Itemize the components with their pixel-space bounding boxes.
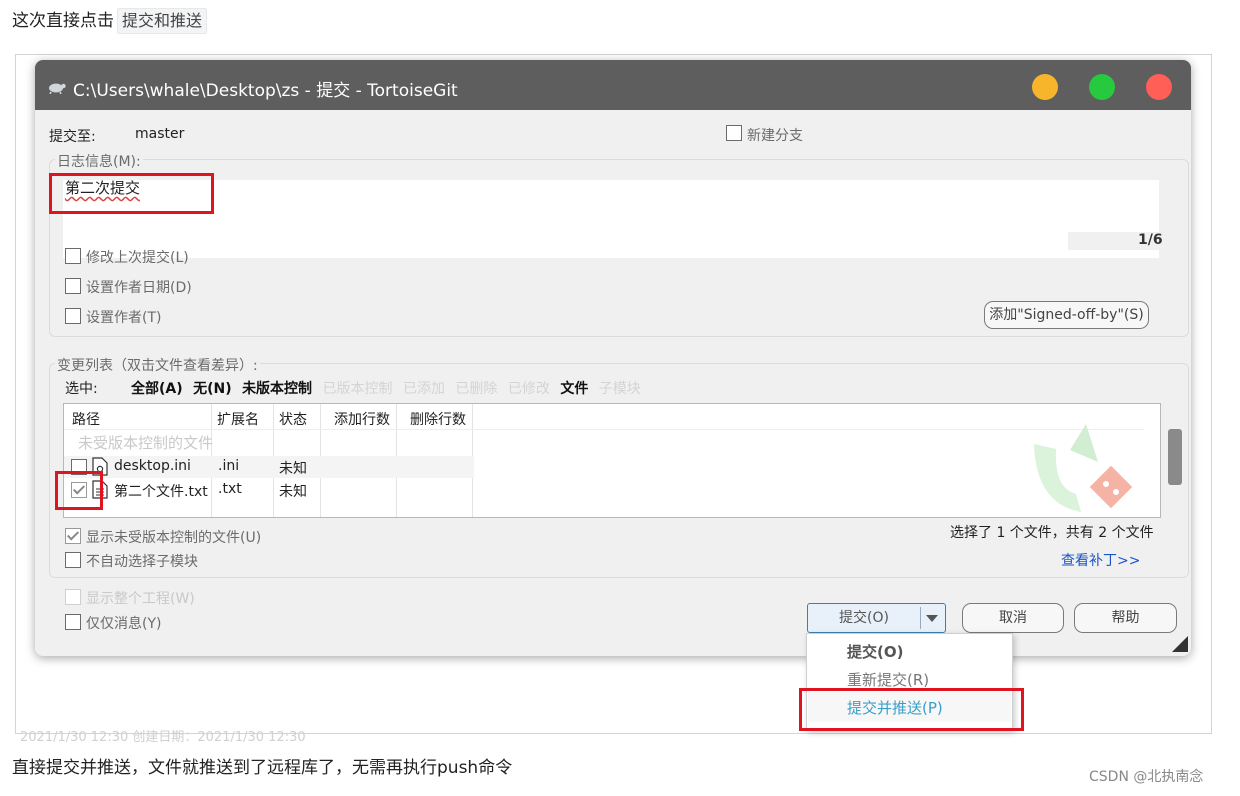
set-author-label: 设置作者(T): [86, 310, 162, 326]
view-patch-link[interactable]: 查看补丁>>: [1061, 550, 1140, 570]
column-extension[interactable]: 扩展名: [217, 409, 259, 429]
tortoise-icon: [49, 83, 66, 94]
file-status: 未知: [279, 461, 307, 477]
whole-project-label: 显示整个工程(W): [86, 591, 195, 607]
menu-item-recommit[interactable]: 重新提交(R): [847, 669, 929, 690]
author-date-checkbox[interactable]: [65, 278, 81, 294]
column-added-lines[interactable]: 添加行数: [334, 409, 390, 429]
file-list[interactable]: 路径 扩展名 状态 添加行数 删除行数 未受版本控制的文件 desktop.in…: [63, 403, 1182, 518]
title-bar[interactable]: C:\Users\whale\Desktop\zs - 提交 - Tortois…: [35, 60, 1191, 110]
whole-project-checkbox[interactable]: [65, 589, 81, 605]
select-label: 选中:: [65, 381, 98, 397]
cancel-button[interactable]: 取消: [962, 603, 1064, 633]
branch-name: master: [135, 126, 185, 142]
message-only-label: 仅仅消息(Y): [86, 616, 162, 632]
new-branch-checkbox[interactable]: [726, 125, 742, 141]
filter-deleted[interactable]: 已删除: [455, 381, 497, 397]
scrollbar-thumb[interactable]: [1168, 429, 1182, 485]
commit-to-label: 提交至:: [49, 129, 96, 145]
message-editor[interactable]: [63, 180, 1159, 258]
tortoisegit-logo: [1034, 424, 1133, 512]
commit-button[interactable]: 提交(O): [808, 604, 920, 632]
show-unversioned-label: 显示未受版本控制的文件(U): [86, 530, 262, 546]
filter-modified[interactable]: 已修改: [508, 381, 550, 397]
intro-text: 这次直接点击: [12, 11, 114, 31]
chevron-down-icon[interactable]: [926, 615, 938, 622]
resize-grip-icon[interactable]: [1168, 632, 1188, 652]
file-ext: .ini: [218, 458, 240, 474]
column-deleted-lines[interactable]: 删除行数: [410, 409, 466, 429]
header-divider: [64, 429, 1144, 430]
table-row[interactable]: 第二个文件.txt .txt 未知: [64, 479, 474, 501]
intro-code: 提交和推送: [117, 8, 208, 34]
file-ext: .txt: [218, 481, 242, 497]
log-group-label: 日志信息(M):: [55, 151, 143, 171]
file-name: desktop.ini: [114, 458, 191, 474]
set-author-checkbox[interactable]: [65, 308, 81, 324]
help-button[interactable]: 帮助: [1074, 603, 1177, 633]
no-autoselect-checkbox[interactable]: [65, 552, 81, 568]
signed-off-button[interactable]: 添加"Signed-off-by"(S): [984, 301, 1149, 329]
char-counter: 1/6: [1138, 232, 1163, 248]
filter-unversioned[interactable]: 未版本控制: [242, 381, 312, 397]
blog-intro-text: 这次直接点击 提交和推送: [12, 8, 208, 34]
amend-label: 修改上次提交(L): [86, 250, 189, 266]
filter-all[interactable]: 全部(A): [131, 381, 183, 397]
table-row[interactable]: desktop.ini .ini 未知: [64, 456, 474, 478]
filter-none[interactable]: 无(N): [193, 381, 232, 397]
file-name: 第二个文件.txt: [114, 484, 208, 500]
close-button[interactable]: [1146, 74, 1172, 100]
new-branch-label: 新建分支: [747, 128, 803, 144]
show-unversioned-checkbox[interactable]: [65, 528, 81, 544]
highlight-box-checkbox: [55, 471, 103, 510]
amend-checkbox[interactable]: [65, 248, 81, 264]
selection-summary: 选择了 1 个文件，共有 2 个文件: [950, 525, 1154, 541]
filter-submodules[interactable]: 子模块: [599, 381, 641, 397]
menu-item-commit[interactable]: 提交(O): [847, 641, 903, 662]
file-status: 未知: [279, 484, 307, 500]
message-only-checkbox[interactable]: [65, 614, 81, 630]
no-autoselect-label: 不自动选择子模块: [86, 554, 198, 570]
blog-outro-text: 直接提交并推送，文件就推送到了远程库了，无需再执行push命令: [12, 758, 513, 778]
filter-files[interactable]: 文件: [560, 381, 588, 397]
minimize-button[interactable]: [1032, 74, 1058, 100]
column-status[interactable]: 状态: [279, 409, 307, 429]
csdn-watermark: CSDN @北执南念: [1089, 769, 1204, 785]
commit-split-button[interactable]: 提交(O): [807, 603, 946, 633]
unversioned-group-row: 未受版本控制的文件: [78, 434, 214, 452]
commit-window: C:\Users\whale\Desktop\zs - 提交 - Tortois…: [35, 60, 1191, 656]
filter-bar: 全部(A) 无(N) 未版本控制 已版本控制 已添加 已删除 已修改 文件 子模…: [131, 378, 647, 398]
window-title: C:\Users\whale\Desktop\zs - 提交 - Tortois…: [73, 81, 458, 101]
author-date-label: 设置作者日期(D): [86, 280, 192, 296]
highlight-box-message: [49, 173, 214, 214]
maximize-button[interactable]: [1089, 74, 1115, 100]
ghost-date-text: 2021/1/30 12:30 创建日期：2021/1/30 12:30: [20, 730, 306, 745]
column-path[interactable]: 路径: [72, 409, 100, 429]
highlight-box-commit-push: [799, 688, 1024, 731]
split-divider: [920, 607, 921, 629]
filter-added[interactable]: 已添加: [403, 381, 445, 397]
filter-versioned[interactable]: 已版本控制: [323, 381, 393, 397]
changes-group-label: 变更列表（双击文件查看差异）:: [55, 355, 260, 375]
